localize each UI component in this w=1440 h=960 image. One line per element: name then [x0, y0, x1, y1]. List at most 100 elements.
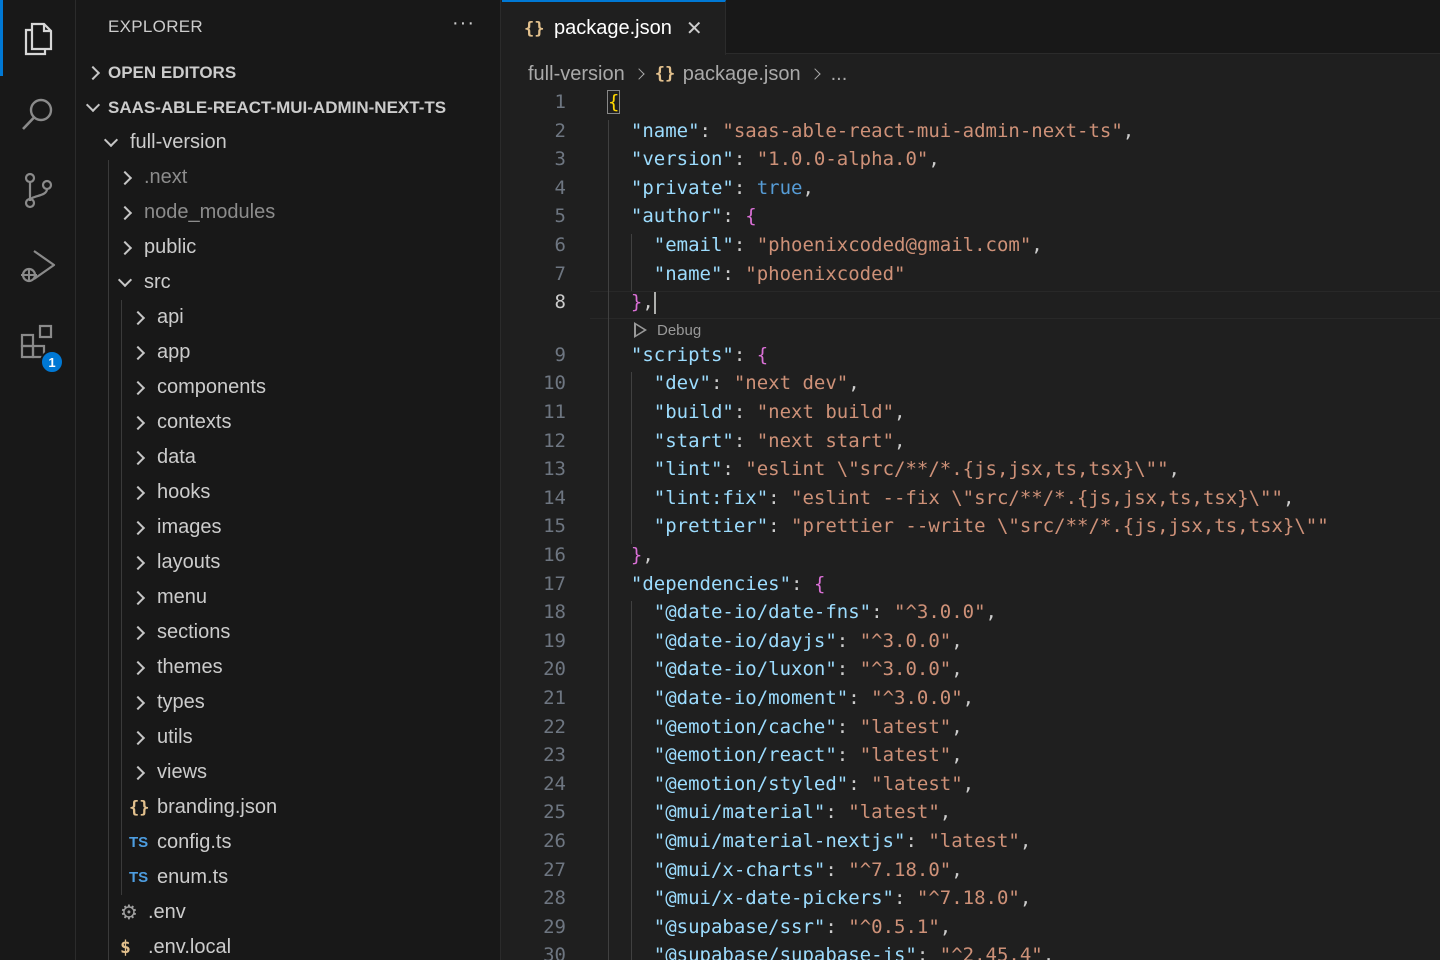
tree-item-label: utils — [157, 726, 193, 748]
line-number: 13 — [543, 458, 566, 481]
tree-item-label: .next — [144, 166, 188, 188]
chevron-right-icon — [130, 625, 146, 640]
tree-item-themes[interactable]: themes — [76, 650, 500, 685]
code-line: "start": "next start", — [653, 429, 906, 452]
code-line: "prettier": "prettier --write \"src/**/*… — [653, 515, 1329, 538]
tree-item-label: views — [157, 761, 208, 783]
tree-item-components[interactable]: components — [76, 370, 500, 405]
line-number: 17 — [543, 572, 566, 595]
tree-item-node-modules[interactable]: node_modules — [76, 195, 500, 230]
tree-item-app[interactable]: app — [76, 335, 500, 370]
json-file-icon: {} — [524, 18, 545, 39]
tree-item-env[interactable]: ⚙ .env — [76, 895, 500, 930]
tree-item-views[interactable]: views — [76, 755, 500, 790]
tree-item-label: hooks — [157, 481, 211, 503]
tree-item-utils[interactable]: utils — [76, 720, 500, 755]
line-number: 30 — [543, 944, 566, 960]
search-activity-button[interactable] — [0, 76, 76, 152]
play-icon — [634, 322, 647, 339]
chevron-right-icon — [130, 310, 146, 325]
line-number: 23 — [543, 744, 566, 767]
line-number: 2 — [554, 119, 566, 142]
tree-item-sections[interactable]: sections — [76, 615, 500, 650]
chevron-right-icon — [130, 660, 146, 675]
editor-group: {} package.json ✕ full-version {} packag… — [502, 0, 1440, 960]
tree-item-label: api — [157, 306, 184, 328]
tree-item-types[interactable]: types — [76, 685, 500, 720]
chevron-down-icon — [103, 132, 119, 147]
debug-codelens[interactable]: Debug — [634, 322, 701, 339]
tree-item-label: components — [157, 376, 266, 398]
tree-item-hooks[interactable]: hooks — [76, 475, 500, 510]
tree-item-label: enum.ts — [157, 866, 229, 888]
tree-item-config-ts[interactable]: TS config.ts — [76, 825, 500, 860]
tree-item-enum-ts[interactable]: TS enum.ts — [76, 860, 500, 895]
chevron-right-icon — [130, 415, 146, 430]
line-number: 28 — [543, 887, 566, 910]
line-number: 15 — [543, 515, 566, 538]
line-number: 8 — [554, 291, 566, 314]
breadcrumb-file[interactable]: package.json — [683, 63, 801, 86]
more-actions-icon[interactable]: ··· — [452, 12, 475, 35]
tree-item-contexts[interactable]: contexts — [76, 405, 500, 440]
tree-item-images[interactable]: images — [76, 510, 500, 545]
chevron-right-icon — [130, 485, 146, 500]
code-editor[interactable]: 1 {2 "name": "saas-able-react-mui-admin-n… — [502, 90, 1440, 960]
code-line: "@date-io/dayjs": "^3.0.0", — [653, 629, 963, 652]
open-editors-section[interactable]: OPEN EDITORS — [76, 55, 500, 90]
typescript-file-icon: TS — [129, 869, 149, 886]
chevron-right-icon — [130, 730, 146, 745]
line-number: 22 — [543, 715, 566, 738]
tree-item-next[interactable]: .next — [76, 160, 500, 195]
tree-item-env-local[interactable]: $ .env.local — [76, 930, 500, 960]
tree-item-layouts[interactable]: layouts — [76, 545, 500, 580]
tree-item-label: types — [157, 691, 205, 713]
dollar-icon: $ — [120, 937, 131, 958]
code-line: "dependencies": { — [630, 572, 826, 595]
code-line: "@supabase/ssr": "^0.5.1", — [653, 915, 952, 938]
tree-item-label: public — [144, 236, 197, 258]
close-icon[interactable]: ✕ — [686, 16, 703, 41]
breadcrumb-symbols[interactable]: ... — [831, 63, 848, 86]
source-control-activity-button[interactable] — [0, 152, 76, 228]
tab-package-json[interactable]: {} package.json ✕ — [502, 0, 726, 55]
breadcrumb: full-version {} package.json ... — [528, 60, 847, 88]
code-line: "@emotion/styled": "latest", — [653, 772, 975, 795]
code-line: "scripts": { — [630, 343, 769, 366]
tree-item-public[interactable]: public — [76, 230, 500, 265]
code-line: "@date-io/date-fns": "^3.0.0", — [653, 601, 997, 624]
json-file-icon: {} — [129, 797, 150, 818]
line-number: 9 — [554, 343, 566, 366]
extensions-activity-button[interactable]: 1 — [0, 304, 76, 380]
code-line: "lint:fix": "eslint --fix \"src/**/*.{js… — [653, 486, 1295, 509]
run-debug-icon — [21, 250, 56, 283]
explorer-activity-button[interactable] — [0, 0, 76, 76]
code-line: { — [606, 90, 621, 114]
chevron-down-icon — [117, 272, 133, 287]
tree-item-label: src — [144, 271, 171, 293]
tree-item-menu[interactable]: menu — [76, 580, 500, 615]
line-number: 4 — [554, 176, 566, 199]
project-section[interactable]: SAAS-ABLE-REACT-MUI-ADMIN-NEXT-TS — [76, 90, 500, 125]
tree-item-full-version[interactable]: full-version — [76, 125, 500, 160]
tree-item-data[interactable]: data — [76, 440, 500, 475]
code-line: "@emotion/cache": "latest", — [653, 715, 963, 738]
run-debug-activity-button[interactable] — [0, 228, 76, 304]
tree-item-label: .env — [148, 901, 186, 923]
code-line: "private": true, — [630, 176, 814, 199]
current-line-highlight — [590, 291, 1440, 320]
code-line: "@mui/material-nextjs": "latest", — [653, 830, 1032, 852]
line-number: 20 — [543, 658, 566, 681]
chevron-down-icon — [85, 97, 101, 112]
tree-item-api[interactable]: api — [76, 300, 500, 335]
chevron-right-icon — [117, 240, 133, 255]
tree-item-src[interactable]: src — [76, 265, 500, 300]
line-number: 21 — [543, 687, 566, 709]
line-number: 11 — [543, 401, 566, 423]
chevron-right-icon — [130, 765, 146, 780]
breadcrumb-folder[interactable]: full-version — [528, 63, 625, 86]
code-line: }, — [630, 544, 654, 566]
code-line: "dev": "next dev", — [653, 372, 860, 395]
tree-item-branding-json[interactable]: {} branding.json — [76, 790, 500, 825]
activity-bar: 1 — [0, 0, 76, 960]
